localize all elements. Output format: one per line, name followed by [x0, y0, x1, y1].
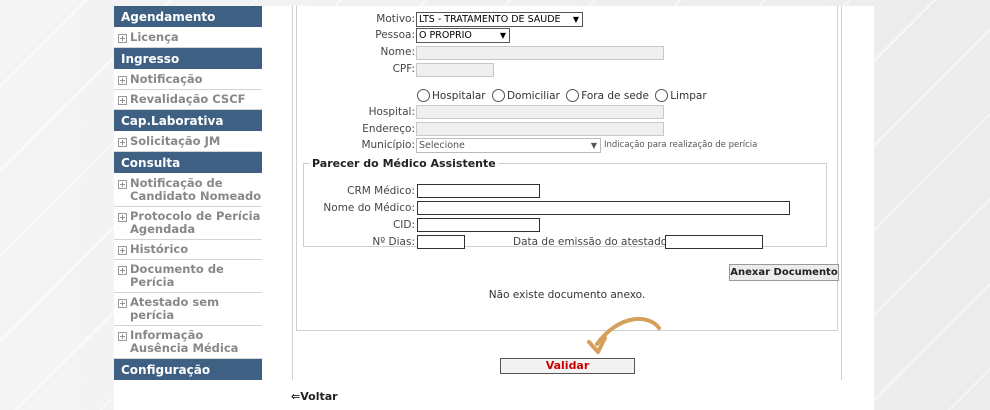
radio-limpar[interactable] [655, 89, 669, 102]
data-emissao-input[interactable] [665, 235, 763, 249]
back-link[interactable]: ⇐Voltar [291, 390, 338, 403]
expand-icon: + [118, 180, 127, 189]
nome-medico-input[interactable] [417, 201, 790, 215]
chevron-down-icon: ▼ [499, 31, 506, 40]
expand-icon: + [118, 246, 127, 255]
nome-field[interactable] [416, 46, 664, 60]
municipio-select[interactable]: Selecione ▼ [416, 138, 601, 153]
expand-icon: + [118, 332, 127, 341]
radio-hospitalar[interactable] [417, 89, 430, 102]
crm-label: CRM Médico: [347, 185, 415, 197]
pessoa-select[interactable]: O PROPRIO ▼ [416, 28, 510, 43]
chevron-down-icon: ▼ [590, 141, 597, 150]
data-emissao-label: Data de emissão do atestado: [513, 236, 671, 248]
sidebar: Agendamento + Licença Ingresso + Notificaç… [114, 6, 262, 381]
local-radio-group: Hospitalar Domiciliar Fora de sede Limpa… [414, 89, 707, 103]
cpf-label: CPF: [392, 63, 415, 75]
sidebar-item-solicitacao-jm[interactable]: + Solicitação JM [114, 132, 262, 152]
expand-icon: + [118, 138, 127, 147]
expand-icon: + [118, 266, 127, 275]
sidebar-item-revalidacao[interactable]: + Revalidação CSCF [114, 90, 262, 110]
sidebar-item-notificacao[interactable]: + Notificação [114, 70, 262, 90]
sidebar-item-atestado-sem-pericia[interactable]: + Atestado sem perícia [114, 293, 262, 326]
sidebar-item-informacao-ausencia[interactable]: + Informação Ausência Médica [114, 326, 262, 359]
radio-fora-sede[interactable] [566, 89, 580, 102]
sidebar-item-notificacao-candidato[interactable]: + Notificação de Candidato Nomeado [114, 174, 262, 207]
curved-arrow-icon [587, 316, 661, 354]
section-ingresso: Ingresso [114, 48, 262, 70]
page: Agendamento + Licença Ingresso + Notificaç… [114, 6, 874, 410]
chevron-down-icon: ▼ [572, 15, 579, 24]
section-cap-laborativa: Cap.Laborativa [114, 110, 262, 132]
endereco-label: Endereço: [362, 123, 415, 135]
cid-label: CID: [392, 219, 415, 231]
expand-icon: + [118, 76, 127, 85]
form-panel: Motivo: LTS - TRATAMENTO DE SAUDE ▼ Pesso… [296, 6, 839, 331]
crm-input[interactable] [417, 184, 540, 198]
expand-icon: + [118, 213, 127, 222]
expand-icon: + [118, 299, 127, 308]
expand-icon: + [118, 34, 127, 43]
section-configuracao: Configuração [114, 359, 262, 381]
parecer-legend: Parecer do Médico Assistente [312, 157, 496, 170]
section-agendamento: Agendamento [114, 6, 262, 28]
hospital-field[interactable] [416, 105, 664, 119]
nome-label: Nome: [380, 46, 415, 58]
expand-icon: + [118, 96, 127, 105]
section-consulta: Consulta [114, 152, 262, 174]
pessoa-label: Pessoa: [375, 29, 415, 41]
main-content: Motivo: LTS - TRATAMENTO DE SAUDE ▼ Pesso… [292, 6, 842, 380]
sidebar-item-historico[interactable]: + Histórico [114, 240, 262, 260]
sidebar-item-documento-pericia[interactable]: + Documento de Perícia [114, 260, 262, 293]
sidebar-item-protocolo-pericia[interactable]: + Protocolo de Perícia Agendada [114, 207, 262, 240]
back-arrow-icon: ⇐ [291, 390, 301, 403]
municipio-hint: Indicação para realização de perícia [604, 140, 758, 150]
dias-label: Nº Dias: [372, 236, 415, 248]
radio-domiciliar[interactable] [491, 89, 505, 102]
nome-medico-label: Nome do Médico: [323, 202, 415, 214]
no-document-message: Não existe documento anexo. [488, 289, 646, 301]
attach-document-button[interactable]: Anexar Documento [729, 264, 839, 281]
endereco-field[interactable] [416, 122, 664, 136]
dias-input[interactable] [417, 235, 465, 249]
motivo-label: Motivo: [376, 13, 415, 25]
cid-input[interactable] [417, 218, 540, 232]
motivo-select[interactable]: LTS - TRATAMENTO DE SAUDE ▼ [416, 12, 583, 27]
hospital-label: Hospital: [368, 106, 415, 118]
sidebar-item-licenca[interactable]: + Licença [114, 28, 262, 48]
cpf-field[interactable] [416, 63, 494, 77]
municipio-label: Município: [361, 139, 415, 151]
validate-button[interactable]: Validar [500, 358, 635, 374]
